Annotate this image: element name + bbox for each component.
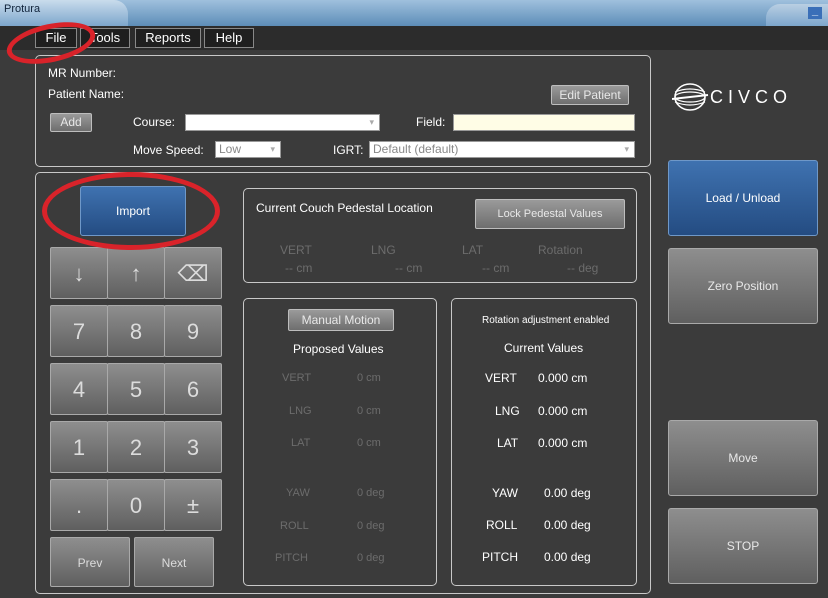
current-lat-value: 0.000 cm <box>538 436 588 450</box>
load-unload-button[interactable]: Load / Unload <box>668 160 818 236</box>
couch-value-rotation: -- deg <box>567 261 599 275</box>
move-speed-value: Low <box>219 142 242 156</box>
proposed-lng-value: 0 cm <box>357 405 381 417</box>
current-lng-value: 0.000 cm <box>538 404 588 418</box>
couch-pedestal-title: Current Couch Pedestal Location <box>256 201 433 215</box>
chevron-down-icon: ▾ <box>369 117 374 127</box>
chevron-down-icon: ▾ <box>624 144 629 154</box>
proposed-pitch-value: 0 deg <box>357 552 385 564</box>
couch-value-lat: -- cm <box>482 261 510 275</box>
up-arrow-key[interactable]: ↑ <box>107 247 165 299</box>
move-speed-label: Move Speed: <box>133 143 204 157</box>
key-decimal[interactable]: . <box>50 479 108 531</box>
proposed-title: Proposed Values <box>293 342 384 356</box>
manual-motion-button[interactable]: Manual Motion <box>288 309 394 331</box>
menu-reports[interactable]: Reports <box>135 28 201 48</box>
current-lng-label: LNG <box>495 404 520 418</box>
title-bar: Protura _ <box>0 0 828 26</box>
lock-pedestal-button[interactable]: Lock Pedestal Values <box>475 199 625 229</box>
current-lat-label: LAT <box>497 436 519 450</box>
proposed-yaw-value: 0 deg <box>357 487 385 499</box>
rotation-adjustment-note: Rotation adjustment enabled <box>482 315 610 326</box>
couch-pedestal-panel: Current Couch Pedestal Location Lock Ped… <box>243 188 637 283</box>
civco-logo: CIVCO <box>671 78 822 116</box>
key-7[interactable]: 7 <box>50 305 108 357</box>
proposed-pitch-label: PITCH <box>275 552 308 564</box>
current-pitch-value: 0.00 deg <box>544 550 591 564</box>
proposed-lng-label: LNG <box>289 405 312 417</box>
couch-header-vert: VERT <box>280 243 312 257</box>
minimize-button[interactable]: _ <box>808 6 822 19</box>
menu-bar: File Tools Reports Help <box>0 26 828 50</box>
course-label: Course: <box>133 115 176 129</box>
next-button[interactable]: Next <box>134 537 214 587</box>
current-pitch-label: PITCH <box>482 550 518 564</box>
current-yaw-label: YAW <box>492 486 518 500</box>
igrt-select[interactable]: Default (default) ▾ <box>369 141 635 158</box>
current-vert-value: 0.000 cm <box>538 371 588 385</box>
stop-button[interactable]: STOP <box>668 508 818 584</box>
down-arrow-key[interactable]: ↓ <box>50 247 108 299</box>
key-9[interactable]: 9 <box>164 305 222 357</box>
key-4[interactable]: 4 <box>50 363 108 415</box>
key-1[interactable]: 1 <box>50 421 108 473</box>
key-plus-minus[interactable]: ± <box>164 479 222 531</box>
igrt-value: Default (default) <box>373 142 459 156</box>
proposed-yaw-label: YAW <box>286 487 310 499</box>
proposed-values-panel: Manual Motion Proposed Values VERT 0 cm … <box>243 298 437 586</box>
current-yaw-value: 0.00 deg <box>544 486 591 500</box>
proposed-lat-label: LAT <box>291 437 311 449</box>
couch-header-rotation: Rotation <box>538 243 583 257</box>
key-2[interactable]: 2 <box>107 421 165 473</box>
proposed-roll-label: ROLL <box>280 520 309 532</box>
logo-text: CIVCO <box>710 87 793 107</box>
key-3[interactable]: 3 <box>164 421 222 473</box>
key-0[interactable]: 0 <box>107 479 165 531</box>
menu-help[interactable]: Help <box>204 28 254 48</box>
field-label: Field: <box>416 115 446 129</box>
move-speed-select[interactable]: Low ▾ <box>215 141 281 158</box>
add-button[interactable]: Add <box>50 113 92 132</box>
prev-button[interactable]: Prev <box>50 537 130 587</box>
couch-value-lng: -- cm <box>395 261 423 275</box>
field-input[interactable] <box>453 114 635 131</box>
proposed-vert-value: 0 cm <box>357 372 381 384</box>
patient-panel: MR Number: Patient Name: Edit Patient Ad… <box>35 55 651 167</box>
edit-patient-button[interactable]: Edit Patient <box>551 85 629 105</box>
globe-icon <box>671 83 709 111</box>
key-6[interactable]: 6 <box>164 363 222 415</box>
igrt-label: IGRT: <box>333 143 364 157</box>
patient-name-label: Patient Name: <box>48 87 125 101</box>
key-8[interactable]: 8 <box>107 305 165 357</box>
proposed-roll-value: 0 deg <box>357 520 385 532</box>
current-roll-value: 0.00 deg <box>544 518 591 532</box>
current-roll-label: ROLL <box>486 518 518 532</box>
proposed-vert-label: VERT <box>282 372 312 384</box>
mr-number-label: MR Number: <box>48 66 117 80</box>
couch-value-vert: -- cm <box>285 261 313 275</box>
key-5[interactable]: 5 <box>107 363 165 415</box>
course-select[interactable]: ▾ <box>185 114 380 131</box>
couch-header-lat: LAT <box>462 243 484 257</box>
couch-header-lng: LNG <box>371 243 396 257</box>
annotation-ellipse-import <box>42 172 220 250</box>
current-title: Current Values <box>504 341 584 355</box>
backspace-key[interactable]: ⌫ <box>164 247 222 299</box>
window-title: Protura <box>4 3 41 15</box>
current-values-panel: Rotation adjustment enabled Current Valu… <box>451 298 637 586</box>
zero-position-button[interactable]: Zero Position <box>668 248 818 324</box>
chevron-down-icon: ▾ <box>270 144 275 154</box>
current-vert-label: VERT <box>485 371 517 385</box>
move-button[interactable]: Move <box>668 420 818 496</box>
proposed-lat-value: 0 cm <box>357 437 381 449</box>
